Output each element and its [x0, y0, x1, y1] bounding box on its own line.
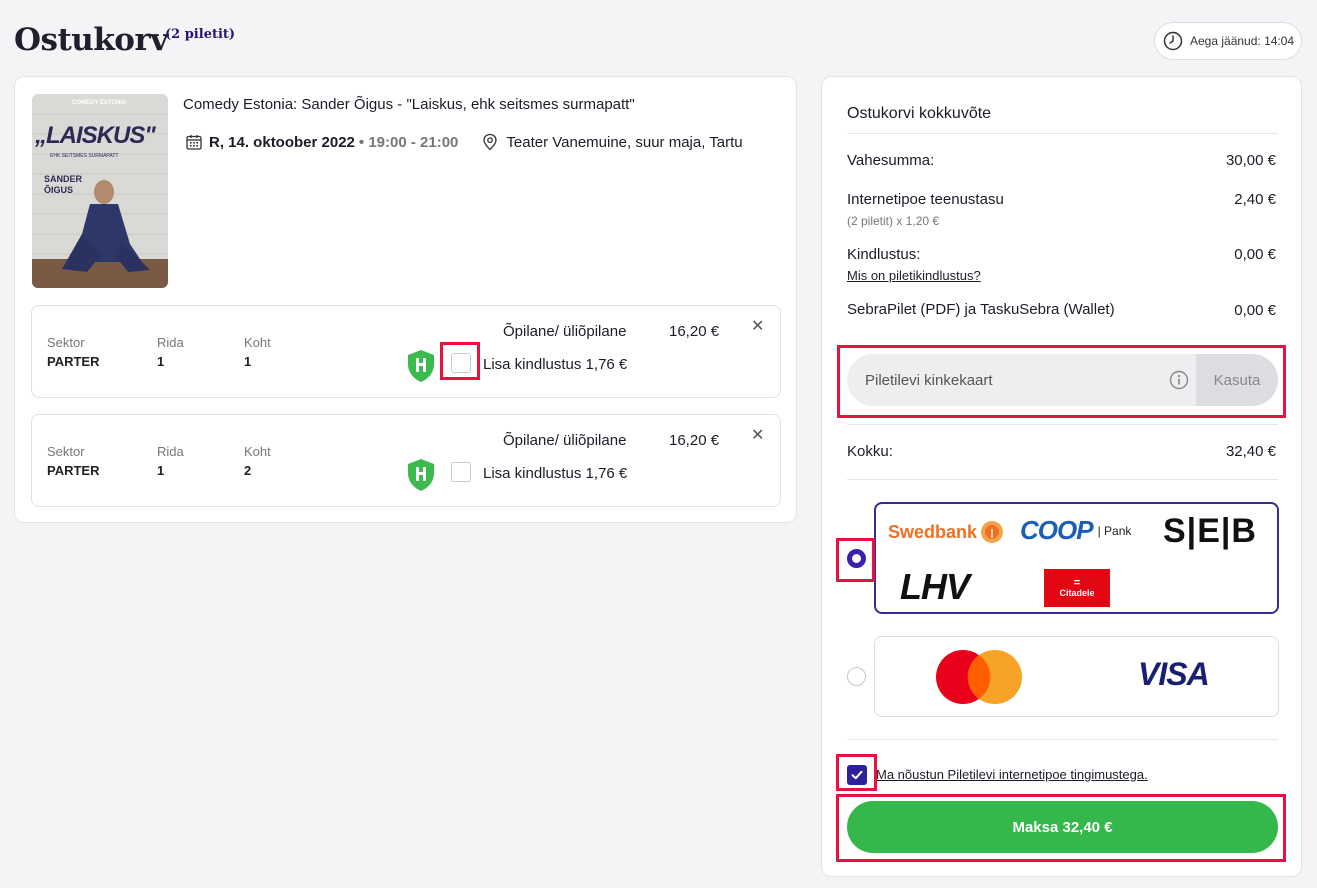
calendar-icon	[186, 135, 202, 150]
insurance-shield-icon	[408, 459, 434, 491]
payment-cards-radio[interactable]	[847, 667, 866, 686]
coop-pank-logo: COOP | Pank	[1020, 515, 1132, 545]
delivery-label: SebraPilet (PDF) ja TaskuSebra (Wallet)	[847, 301, 1115, 318]
ticket-count: (2 piletit)	[165, 27, 236, 42]
service-fee-label: Internetipoe teenustasu	[847, 191, 1004, 208]
location-pin-icon	[483, 133, 498, 151]
terms-link[interactable]: Ma nõustun Piletilevi internetipoe tingi…	[876, 767, 1148, 782]
ticket-type: Õpilane/ üliõpilane	[503, 432, 627, 449]
poster-brand: COMEDY ESTONIA	[72, 100, 127, 106]
ticket-row: Sektor PARTER Rida 1 Koht 2 Õpilane/ üli…	[31, 414, 781, 507]
insurance-shield-icon	[408, 350, 434, 382]
citadele-logo: = Citadele	[1044, 569, 1110, 607]
event-time: • 19:00 - 21:00	[358, 133, 459, 151]
timer-text: Aega jäänud: 14:04	[1190, 34, 1295, 48]
insurance-label[interactable]: Lisa kindlustus 1,76 €	[483, 465, 627, 482]
clock-icon	[1163, 31, 1183, 51]
swedbank-logo: Swedbank	[888, 520, 1004, 544]
summary-title: Ostukorvi kokkuvõte	[847, 105, 992, 122]
highlight-insurance-checkbox	[440, 342, 480, 380]
insurance-info-link[interactable]: Mis on piletikindlustus?	[847, 268, 981, 283]
ticket-seat: Koht 1	[244, 335, 271, 369]
cart-summary-card: Ostukorvi kokkuvõte Vahesumma: 30,00 € I…	[821, 76, 1302, 877]
delivery-value: 0,00 €	[1234, 302, 1276, 319]
mastercard-logo	[936, 650, 1022, 704]
insurance-checkbox[interactable]	[451, 462, 471, 482]
ticket-price: 16,20 €	[669, 432, 720, 449]
ticket-type: Õpilane/ üliõpilane	[503, 323, 627, 340]
timer-badge: Aega jäänud: 14:04	[1154, 22, 1302, 60]
event-meta: R, 14. oktoober 2022 • 19:00 - 21:00 Tea…	[185, 133, 743, 151]
payment-option-banks[interactable]: Swedbank COOP | Pank S|E|B LHV = Citadel…	[874, 502, 1279, 614]
lhv-logo: LHV	[900, 566, 970, 607]
insurance-total-label: Kindlustus:	[847, 246, 921, 263]
insurance-label[interactable]: Lisa kindlustus 1,76 €	[483, 356, 627, 373]
subtotal-value: 30,00 €	[1225, 152, 1276, 169]
event-date: R, 14. oktoober 2022	[209, 133, 355, 151]
event-title: Comedy Estonia: Sander Õigus - "Laiskus,…	[183, 96, 635, 113]
ticket-row-number: Rida 1	[157, 335, 184, 369]
total-value: 32,40 €	[1225, 443, 1276, 460]
subtotal-label: Vahesumma:	[847, 152, 935, 169]
poster-headline: „LAISKUS"	[35, 122, 156, 149]
highlight-gift-card	[837, 345, 1286, 418]
poster-tagline: EHK SEITSMES SURMAPATT	[50, 153, 119, 159]
ticket-seat: Koht 2	[244, 444, 271, 478]
divider	[847, 424, 1278, 425]
service-fee-value: 2,40 €	[1234, 191, 1276, 208]
page-title: Ostukorv	[14, 22, 168, 58]
ticket-sector: Sektor PARTER	[47, 335, 100, 369]
divider	[847, 479, 1278, 480]
insurance-total-value: 0,00 €	[1234, 246, 1276, 263]
divider	[847, 739, 1278, 740]
remove-ticket-button[interactable]: ✕	[751, 428, 764, 444]
divider	[847, 133, 1278, 134]
highlight-terms-checkbox	[836, 754, 877, 791]
remove-ticket-button[interactable]: ✕	[751, 319, 764, 335]
highlight-pay-button	[836, 794, 1286, 862]
ticket-row: Sektor PARTER Rida 1 Koht 1 Õpilane/ üli…	[31, 305, 781, 398]
poster-performer: SANDER ÕIGUS	[44, 174, 83, 195]
event-poster: COMEDY ESTONIA „LAISKUS" EHK SEITSMES SU…	[32, 94, 168, 288]
cart-items-card: COMEDY ESTONIA „LAISKUS" EHK SEITSMES SU…	[14, 76, 797, 523]
ticket-sector: Sektor PARTER	[47, 444, 100, 478]
ticket-row-number: Rida 1	[157, 444, 184, 478]
highlight-bank-radio	[836, 538, 875, 582]
ticket-price: 16,20 €	[669, 323, 720, 340]
swedbank-oak-icon	[981, 521, 1004, 543]
visa-logo: VISA	[1138, 656, 1210, 692]
service-fee-detail: (2 piletit) x 1,20 €	[847, 214, 940, 228]
event-venue: Teater Vanemuine, suur maja, Tartu	[506, 133, 743, 151]
payment-option-cards[interactable]: VISA	[874, 636, 1279, 717]
seb-logo: S|E|B	[1163, 512, 1257, 550]
total-label: Kokku:	[847, 443, 893, 460]
